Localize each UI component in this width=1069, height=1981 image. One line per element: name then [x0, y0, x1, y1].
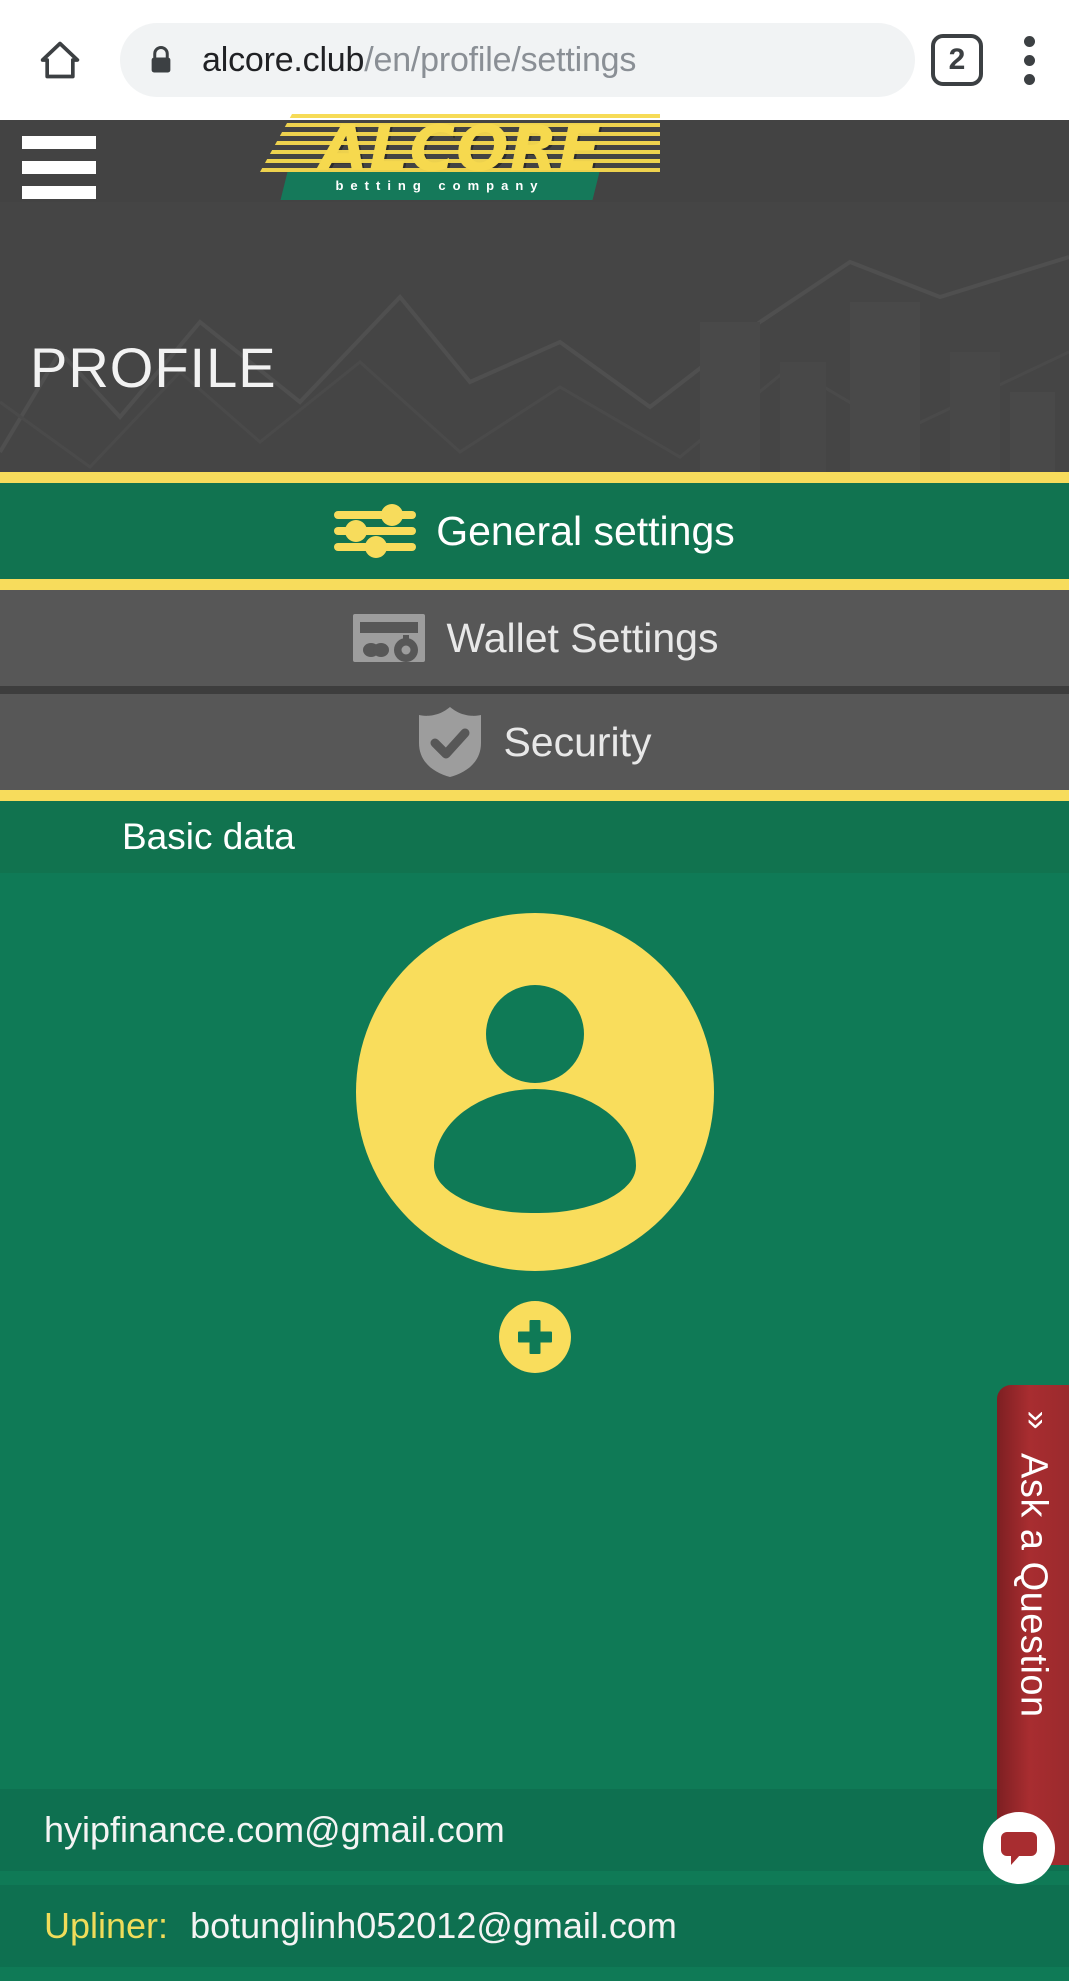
- email-value: hyipfinance.com@gmail.com: [44, 1809, 505, 1850]
- chat-bubble-button[interactable]: [983, 1812, 1055, 1884]
- hamburger-bar-2: [22, 161, 96, 174]
- logo-tagline-bar: betting company: [280, 172, 600, 200]
- divider-yellow-top: [0, 472, 1069, 483]
- user-avatar-icon[interactable]: [355, 913, 714, 1271]
- basic-data-header: Basic data: [0, 801, 1069, 873]
- kebab-dot-1: [1023, 35, 1035, 47]
- add-photo-button[interactable]: [498, 1301, 571, 1373]
- hamburger-bar-1: [22, 136, 96, 149]
- home-icon: [40, 41, 80, 79]
- hamburger-menu-icon[interactable]: [22, 136, 96, 211]
- logo-tagline: betting company: [335, 178, 545, 193]
- browser-menu-button[interactable]: [999, 35, 1069, 85]
- tab-security[interactable]: Security: [0, 694, 1069, 790]
- divider-dark: [0, 686, 1069, 694]
- url-domain: alcore.club: [202, 40, 365, 79]
- account-fields: hyipfinance.com@gmail.com Upliner: botun…: [0, 1775, 1069, 1967]
- tab-wallet-settings[interactable]: Wallet Settings: [0, 590, 1069, 686]
- basic-data-panel: [0, 873, 1069, 1373]
- tab-security-label: Security: [503, 718, 652, 765]
- ask-question-label: Ask a Question: [1012, 1453, 1055, 1718]
- hamburger-bar-3: [22, 186, 96, 199]
- tab-general-settings-label: General settings: [436, 507, 735, 554]
- double-chevron-left-icon: «: [1013, 1410, 1052, 1430]
- upliner-value: botunglinh052012@gmail.com: [190, 1905, 677, 1946]
- ask-question-tab[interactable]: « Ask a Question: [997, 1385, 1069, 1865]
- avatar-body-shape: [433, 1089, 636, 1213]
- kebab-dot-3: [1023, 73, 1035, 85]
- upliner-label: Upliner:: [44, 1905, 169, 1946]
- page-hero: PROFILE: [0, 202, 1069, 472]
- divider-yellow-bottom: [0, 790, 1069, 801]
- url-text: alcore.club/en/profile/settings: [202, 41, 636, 80]
- upliner-row[interactable]: Upliner: botunglinh052012@gmail.com: [0, 1885, 1069, 1967]
- tab-count-label: 2: [948, 43, 966, 76]
- basic-data-title: Basic data: [122, 816, 295, 857]
- home-button[interactable]: [0, 38, 120, 82]
- url-path: /en/profile/settings: [364, 40, 637, 79]
- address-bar[interactable]: alcore.club/en/profile/settings: [120, 23, 915, 97]
- chat-bubble-icon: [1001, 1832, 1037, 1865]
- settings-tabs: General settings Wallet Settings Securit…: [0, 472, 1069, 1373]
- browser-toolbar: alcore.club/en/profile/settings 2: [0, 0, 1069, 120]
- tab-wallet-settings-label: Wallet Settings: [446, 614, 719, 661]
- shield-check-icon: [419, 707, 482, 777]
- sliders-icon: [334, 504, 417, 558]
- kebab-dot-2: [1023, 54, 1035, 66]
- lock-icon: [151, 46, 171, 73]
- credit-card-gear-icon: [352, 614, 425, 662]
- email-row[interactable]: hyipfinance.com@gmail.com: [0, 1789, 1069, 1871]
- avatar-block: [0, 913, 1069, 1373]
- divider-yellow-mid: [0, 579, 1069, 590]
- page-title: PROFILE: [30, 336, 277, 399]
- site-logo[interactable]: ALCORE betting company: [260, 110, 660, 210]
- avatar-head-shape: [485, 985, 584, 1083]
- tab-general-settings[interactable]: General settings: [0, 483, 1069, 579]
- page-root: alcore.club/en/profile/settings 2 ALCORE…: [0, 0, 1069, 1981]
- tab-counter-button[interactable]: 2: [931, 34, 983, 86]
- site-header: ALCORE betting company: [0, 112, 1069, 202]
